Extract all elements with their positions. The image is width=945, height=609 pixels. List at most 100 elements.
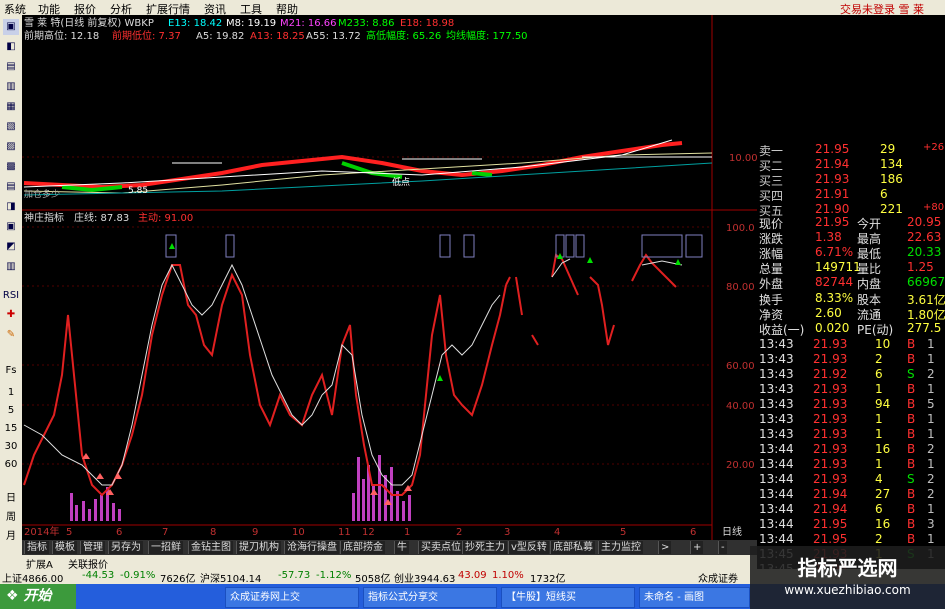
tool-icon[interactable]: ▤ [3, 179, 19, 195]
tick-cell: 13:43 [759, 382, 794, 396]
cy-index: 创业3944.63 [394, 574, 456, 585]
period-value[interactable]: 1 [2, 387, 20, 398]
tick-cell: B [907, 517, 916, 531]
ind-tick: 20.00 [726, 460, 755, 471]
indicator-tab[interactable]: 指标 [24, 541, 49, 554]
tool-icon[interactable]: ▥ [3, 259, 19, 275]
indicator-tab[interactable]: 金钻主图 [188, 541, 233, 554]
indicator-line1: 庄线: 87.83 [74, 211, 129, 224]
x-tick: 10 [292, 527, 305, 538]
indicator-tab[interactable]: 管理 [80, 541, 105, 554]
indicator-tab[interactable]: 底部捞金 [340, 541, 385, 554]
stat-row: 现价 21.95 今开 20.95 [757, 215, 945, 231]
broker-name: 众成证券 [698, 574, 738, 585]
tick-cell: B [907, 412, 916, 426]
tool-icon[interactable]: ▨ [3, 139, 19, 155]
task-item[interactable]: 指标公式分享交 [363, 587, 497, 608]
indicator-tab[interactable]: 模板 [52, 541, 77, 554]
cross-icon[interactable]: ✚ [3, 307, 19, 323]
order-book-price: 21.95 [815, 142, 850, 156]
x-tick: 5 [620, 527, 626, 538]
period-week[interactable]: 周 [2, 508, 20, 523]
pencil-icon[interactable]: ✎ [3, 327, 19, 343]
x-tick: 6 [690, 527, 696, 538]
watermark-title: 指标严选网 [797, 556, 898, 580]
indicator-tab[interactable]: 主力监控 [598, 541, 643, 554]
x-tick: 12 [362, 527, 375, 538]
tick-cell: 21.95 [813, 532, 848, 546]
a13-value: A13: 18.25 [250, 31, 305, 42]
rsi-tool[interactable]: RSI [2, 290, 20, 301]
tick-cell: 1 [927, 382, 935, 396]
indicator-tab[interactable]: 另存为 [108, 541, 143, 554]
task-item[interactable]: 【牛股】短线买 [501, 587, 635, 608]
period-value[interactable]: 60 [2, 459, 20, 470]
indicator-tab[interactable]: 牛 [394, 541, 409, 554]
tool-icon[interactable]: ◨ [3, 199, 19, 215]
low-point-note: 低点 [392, 176, 410, 188]
stat-cell: 0.020 [815, 321, 850, 335]
tick-cell: 13:43 [759, 337, 794, 351]
indicator-tab[interactable]: 买卖点位 [418, 541, 463, 554]
tick-cell: 1 [875, 382, 883, 396]
x-tick: 5 [66, 527, 72, 538]
tick-row: 13:44 21.93 16 B 2 [757, 442, 945, 457]
tick-cell: 3 [927, 517, 935, 531]
indicator-tab[interactable]: 沧海行操盘 [284, 541, 339, 554]
order-book-volume: 29 [880, 142, 896, 156]
tick-cell: 2 [927, 367, 935, 381]
tool-icon[interactable]: ▤ [3, 59, 19, 75]
period-value[interactable]: 30 [2, 441, 20, 452]
tool-icon[interactable]: ▩ [3, 159, 19, 175]
tool-icon[interactable]: ◩ [3, 239, 19, 255]
windows-icon: ❖ [6, 588, 19, 604]
stat-row: 外盘 82744 内盘 66967 [757, 275, 945, 291]
sh-change: -44.53 [82, 570, 115, 581]
tick-row: 13:44 21.94 27 B 2 [757, 487, 945, 502]
tick-cell: 1 [927, 502, 935, 516]
tick-cell: B [907, 352, 916, 366]
period-day[interactable]: 日 [2, 489, 20, 504]
tool-icon[interactable]: ▥ [3, 79, 19, 95]
hs-pct: -1.12% [316, 570, 352, 581]
indicator-tab[interactable]: > [658, 541, 672, 554]
start-button[interactable]: ❖ 开始 [0, 584, 76, 609]
tick-cell: 13:43 [759, 352, 794, 366]
low-value-note: 5.85 [128, 186, 148, 196]
tool-icon[interactable]: ▣ [3, 219, 19, 235]
hl-range: 高低幅度: 65.26 [366, 29, 441, 42]
tick-cell: 13:44 [759, 472, 794, 486]
cy-change: 43.09 [458, 570, 487, 581]
task-item[interactable]: 未命名 - 画图 [639, 587, 750, 608]
indicator-tab[interactable]: 一招鲜 [148, 541, 183, 554]
tool-icon[interactable]: ▣ [3, 19, 19, 35]
order-book-price: 21.93 [815, 172, 850, 186]
indicator-tab[interactable]: v型反转 [508, 541, 549, 554]
chart-canvas[interactable]: 雪 莱 特(日线 前复权) WBKP E13: 18.42 M8: 19.19 … [22, 15, 757, 540]
fs-tool[interactable]: Fs [2, 365, 20, 376]
task-item[interactable]: 众成证券网上交 [225, 587, 359, 608]
indicator-tab[interactable]: 抄死主力 [462, 541, 507, 554]
indicator-tab[interactable]: 底部私募 [550, 541, 595, 554]
tick-cell: 1 [927, 532, 935, 546]
cy-pct: 1.10% [492, 570, 524, 581]
ind-tick: 60.00 [726, 361, 755, 372]
stat-cell: 20.95 [907, 215, 942, 229]
order-book-volume: 134 [880, 157, 903, 171]
period-value[interactable]: 5 [2, 405, 20, 416]
tool-icon[interactable]: ▦ [3, 99, 19, 115]
x-tick: 6 [116, 527, 122, 538]
tick-cell: 1 [927, 337, 935, 351]
tick-cell: B [907, 457, 916, 471]
stat-cell: 1.25 [907, 260, 934, 274]
tick-cell: 21.93 [813, 457, 848, 471]
period-month[interactable]: 月 [2, 527, 20, 542]
tool-icon[interactable]: ▧ [3, 119, 19, 135]
indicator-tab[interactable]: - [718, 541, 727, 554]
period-value[interactable]: 15 [2, 423, 20, 434]
tick-cell: B [907, 532, 916, 546]
indicator-tab[interactable]: 提刀机构 [236, 541, 281, 554]
tick-cell: 21.95 [813, 517, 848, 531]
indicator-tab[interactable]: + [690, 541, 704, 554]
tool-icon[interactable]: ◧ [3, 39, 19, 55]
